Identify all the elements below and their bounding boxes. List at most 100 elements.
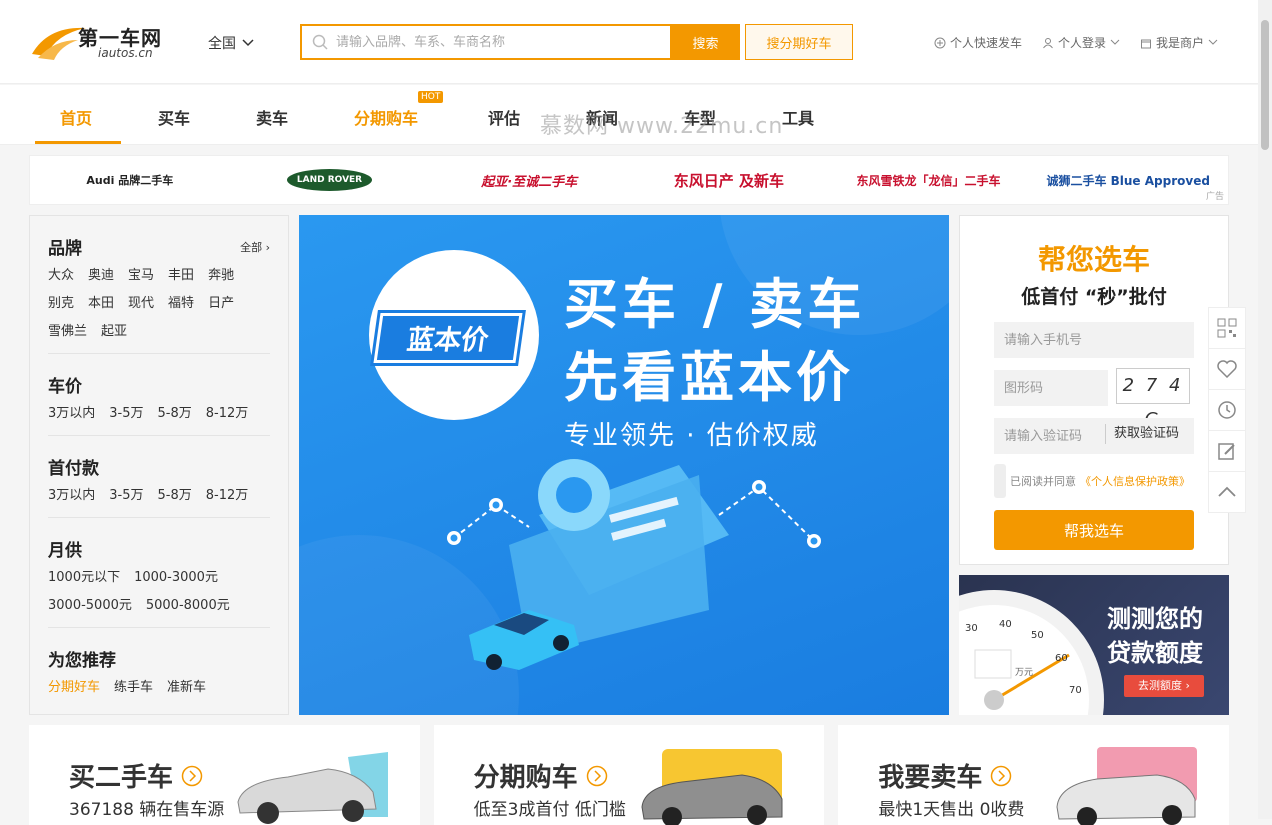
loan-estimate-ad[interactable]: 30 40 50 60 70 万元 测测您的 贷款额度 去测额度 › (959, 575, 1229, 715)
brand-all-link[interactable]: 全部 › (240, 239, 270, 255)
history-button[interactable] (1209, 390, 1245, 431)
brand-link[interactable]: 福特 (168, 293, 194, 315)
brand-title: 品牌 (48, 239, 82, 259)
loan-test-button[interactable]: 去测额度 › (1124, 675, 1204, 697)
brand-link[interactable]: 起亚 (101, 321, 127, 343)
monthly-link[interactable]: 1000元以下 (48, 567, 120, 589)
installment-search-button[interactable]: 搜分期好车 (745, 24, 853, 60)
hero-banner[interactable]: 蓝本价 买车 / 卖车 先看蓝本价 专业领先 · 估价权威 (299, 215, 949, 715)
captcha-input[interactable] (994, 370, 1108, 406)
brand-link[interactable]: 别克 (48, 293, 74, 315)
recommend-link[interactable]: 准新车 (167, 677, 206, 699)
recommend-link[interactable]: 分期好车 (48, 677, 100, 699)
down-payment-link[interactable]: 8-12万 (206, 485, 249, 507)
floating-toolbar (1208, 307, 1246, 513)
installment-subtitle: 低至3成首付 低门槛 (473, 800, 626, 820)
sell-car-card[interactable]: 我要卖车 最快1天售出 0收费 (838, 725, 1230, 825)
nav-buy[interactable]: 买车 (158, 105, 190, 129)
brand-landrover[interactable]: LAND ROVER (230, 156, 430, 204)
banner-tagline: 专业领先 · 估价权威 (564, 421, 819, 451)
chevron-down-icon (1110, 39, 1120, 45)
nav-appraisal[interactable]: 评估 (488, 105, 520, 129)
edit-icon (1218, 443, 1235, 460)
feature-cards: 买二手车 367188 辆在售车源 分期购车 低至3成首付 低门槛 我要卖车 最… (29, 725, 1230, 825)
user-icon (1043, 37, 1053, 48)
captcha-image[interactable]: 2 7 4 G (1116, 368, 1190, 430)
top-header: 第一车网 iautos.cn 全国 搜索 搜分期好车 个人快速发车 个人登录 我… (0, 0, 1258, 84)
brand-citroen[interactable]: 东风雪铁龙「龙信」二手车 (829, 156, 1029, 204)
search-box (300, 24, 672, 60)
region-selector[interactable]: 全国 (208, 33, 254, 53)
brand-link[interactable]: 现代 (128, 293, 154, 315)
hot-badge: HOT (418, 91, 444, 103)
buy-used-card[interactable]: 买二手车 367188 辆在售车源 (29, 725, 420, 825)
price-link[interactable]: 5-8万 (158, 403, 192, 425)
nav-sell[interactable]: 卖车 (256, 105, 288, 129)
monthly-link[interactable]: 1000-3000元 (134, 567, 218, 589)
brand-link[interactable]: 奥迪 (88, 265, 114, 287)
agreement-checkbox[interactable] (994, 464, 1006, 498)
recommend-title: 为您推荐 (48, 651, 116, 671)
brand-peugeot[interactable]: 诚狮二手车 Blue Approved (1028, 156, 1228, 204)
search-button[interactable]: 搜索 (671, 24, 740, 60)
pick-car-subtitle: 低首付 “秒”批付 (1021, 286, 1167, 308)
pick-car-submit-button[interactable]: 帮我选车 (994, 510, 1194, 550)
search-icon (312, 34, 328, 50)
brand-audi[interactable]: Audi 品牌二手车 (30, 156, 230, 204)
monthly-section: 月供 1000元以下 1000-3000元 3000-5000元 5000-80… (48, 518, 270, 628)
site-logo[interactable]: 第一车网 iautos.cn (28, 20, 168, 62)
down-payment-section: 首付款 3万以内 3-5万 5-8万 8-12万 (48, 436, 270, 518)
qr-code-button[interactable] (1209, 308, 1245, 349)
down-payment-link[interactable]: 5-8万 (158, 485, 192, 507)
banner-headline-1: 买车 / 卖车 (564, 273, 866, 336)
brand-kia[interactable]: 起亚·至诚二手车 (429, 156, 629, 204)
brand-link[interactable]: 雪佛兰 (48, 321, 87, 343)
price-link[interactable]: 8-12万 (206, 403, 249, 425)
page-scrollbar[interactable] (1258, 0, 1272, 819)
merchant-link[interactable]: 我是商户 (1140, 34, 1218, 51)
brand-link[interactable]: 丰田 (168, 265, 194, 287)
installment-card[interactable]: 分期购车 低至3成首付 低门槛 (433, 725, 825, 825)
monthly-link[interactable]: 3000-5000元 (48, 595, 132, 617)
dial-tick: 70 (1069, 685, 1082, 696)
suv-card-image (641, 749, 783, 825)
monthly-title: 月供 (48, 541, 82, 561)
recommend-link[interactable]: 练手车 (114, 677, 153, 699)
personal-login-link[interactable]: 个人登录 (1042, 34, 1120, 51)
nav-tools[interactable]: 工具 (782, 105, 814, 129)
dial-tick: 40 (999, 619, 1012, 630)
recommend-section: 为您推荐 分期好车 练手车 准新车 (48, 628, 270, 709)
down-payment-link[interactable]: 3万以内 (48, 485, 95, 507)
brand-nissan[interactable]: 东风日产 及新车 (629, 156, 829, 204)
dial-tick: 30 (965, 623, 978, 634)
heart-icon (1217, 360, 1237, 378)
nav-home[interactable]: 首页 (60, 105, 92, 129)
arrow-circle-icon (991, 765, 1012, 786)
search-input[interactable] (336, 34, 656, 50)
brand-link[interactable]: 奔驰 (208, 265, 234, 287)
brand-link[interactable]: 大众 (48, 265, 74, 287)
store-icon (1140, 39, 1151, 48)
brand-link[interactable]: 日产 (208, 293, 234, 315)
back-to-top-button[interactable] (1209, 472, 1245, 512)
monthly-link[interactable]: 5000-8000元 (146, 595, 230, 617)
nav-installment[interactable]: 分期购车 (354, 105, 418, 129)
favorites-button[interactable] (1209, 349, 1245, 390)
brand-link[interactable]: 宝马 (128, 265, 154, 287)
quick-post-link[interactable]: 个人快速发车 (934, 34, 1022, 51)
get-code-button[interactable]: 获取验证码 (1105, 424, 1193, 444)
phone-input[interactable] (994, 322, 1194, 358)
logo-subtext: iautos.cn (98, 46, 153, 60)
sell-car-image (1056, 747, 1198, 825)
dial-tick: 50 (1031, 630, 1044, 641)
brand-link[interactable]: 本田 (88, 293, 114, 315)
ad-label: 广告 (1205, 192, 1224, 202)
price-link[interactable]: 3-5万 (109, 403, 143, 425)
feedback-button[interactable] (1209, 431, 1245, 472)
down-payment-link[interactable]: 3-5万 (109, 485, 143, 507)
price-link[interactable]: 3万以内 (48, 403, 95, 425)
brand-all-label: 全部 (240, 240, 263, 254)
privacy-policy-link[interactable]: 《个人信息保护政策》 (1080, 473, 1190, 489)
scrollbar-thumb[interactable] (1261, 20, 1269, 150)
buy-used-subtitle: 367188 辆在售车源 (69, 800, 225, 820)
